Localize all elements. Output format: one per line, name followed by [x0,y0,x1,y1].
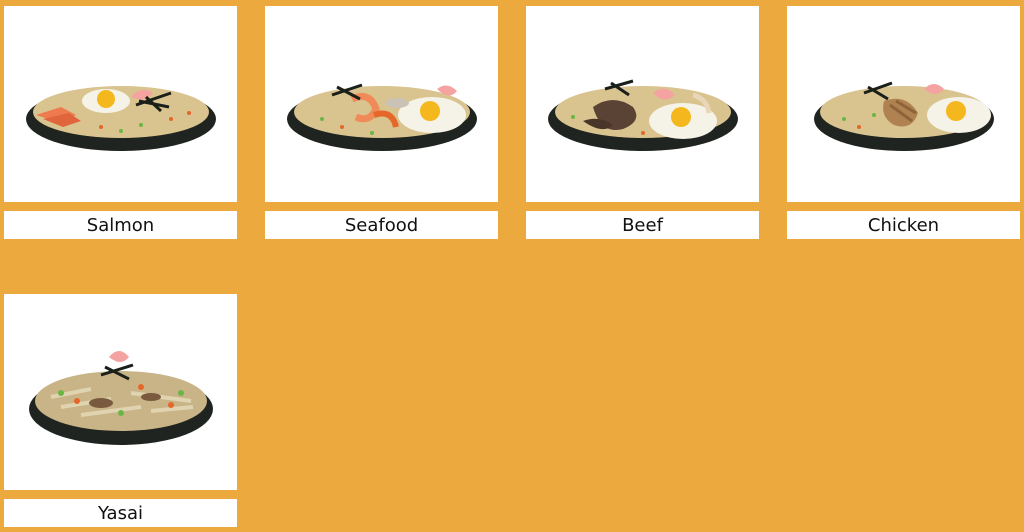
chicken-fried-rice-plate-icon [813,81,994,151]
menu-item-label[interactable]: Yasai [4,499,237,527]
menu-item-label[interactable]: Seafood [265,211,498,239]
menu-item-image[interactable] [265,6,498,202]
menu-item-image[interactable] [526,6,759,202]
menu-item-seafood[interactable]: Seafood [265,6,498,239]
beef-fried-rice-plate-icon [547,79,738,151]
salmon-fried-rice-plate-icon [25,86,216,151]
menu-item-image[interactable] [4,6,237,202]
menu-item-label[interactable]: Beef [526,211,759,239]
menu-item-yasai[interactable]: Yasai [4,294,237,527]
menu-item-image[interactable] [4,294,237,490]
menu-item-beef[interactable]: Beef [526,6,759,239]
menu-item-label[interactable]: Chicken [787,211,1020,239]
vegetable-fried-rice-plate-icon [28,351,213,445]
menu-item-chicken[interactable]: Chicken [787,6,1020,239]
menu-item-label[interactable]: Salmon [4,211,237,239]
menu-item-image[interactable] [787,6,1020,202]
seafood-fried-rice-plate-icon [286,83,477,151]
menu-item-salmon[interactable]: Salmon [4,6,237,239]
